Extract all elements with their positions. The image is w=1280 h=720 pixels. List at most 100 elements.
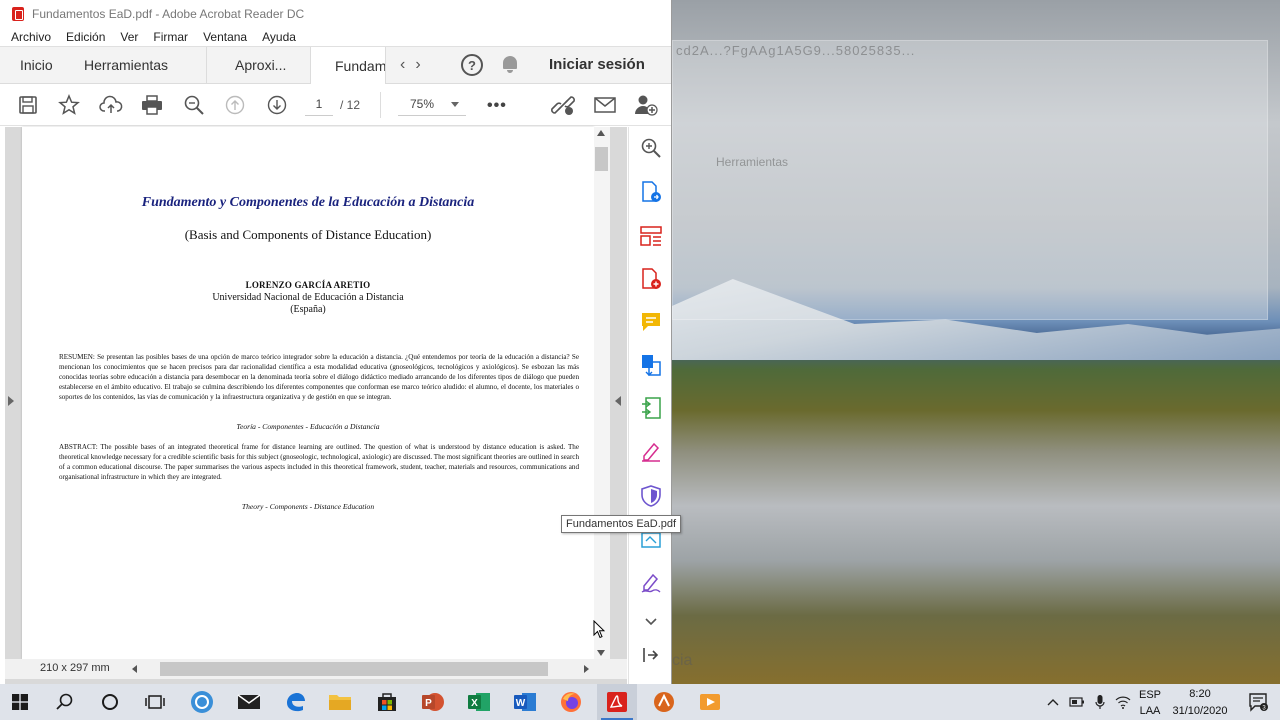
menu-archivo[interactable]: Archivo xyxy=(11,30,51,44)
app-circle-icon[interactable] xyxy=(182,684,222,720)
pdf-page: Fundamento y Componentes de la Educación… xyxy=(22,127,594,659)
tab-document-1[interactable]: Aproxi... xyxy=(206,47,310,83)
right-panel-toggle-icon[interactable] xyxy=(615,396,621,406)
action-center-icon[interactable]: 3 xyxy=(1238,684,1278,720)
chevron-down-icon[interactable] xyxy=(640,610,662,632)
file-explorer-icon[interactable] xyxy=(320,684,360,720)
chevron-up-icon[interactable] xyxy=(1040,684,1066,720)
app-orange-icon[interactable] xyxy=(644,684,684,720)
media-player-icon[interactable] xyxy=(690,684,730,720)
sign-pen-icon[interactable] xyxy=(640,571,662,593)
acrobat-taskbar-icon[interactable] xyxy=(597,684,637,720)
collapse-pane-icon[interactable] xyxy=(640,644,662,666)
svg-text:X: X xyxy=(471,698,478,709)
task-view-icon[interactable] xyxy=(135,684,175,720)
status-bar: 210 x 297 mm xyxy=(5,659,627,679)
background-tools-text: Herramientas xyxy=(716,155,789,169)
left-panel-toggle-icon[interactable] xyxy=(8,396,14,406)
input-language-2[interactable]: LAA xyxy=(1138,705,1162,717)
print-icon[interactable] xyxy=(139,84,165,126)
chevron-left-icon[interactable]: ‹ xyxy=(400,56,405,74)
notification-bell-icon[interactable] xyxy=(502,55,518,73)
background-url-text: cd2A...?FgAAg1A5G9...58025835... xyxy=(676,43,916,58)
fill-sign-icon[interactable] xyxy=(640,440,662,462)
combine-files-icon[interactable] xyxy=(640,354,662,376)
document-title: Fundamento y Componentes de la Educación… xyxy=(141,195,475,210)
keywords-es: Teoría - Componentes - Educación a Dista… xyxy=(236,422,380,431)
network-wifi-icon[interactable] xyxy=(1110,684,1136,720)
chevron-down-icon[interactable] xyxy=(451,102,459,107)
mouse-cursor-icon xyxy=(593,619,606,644)
comment-icon[interactable] xyxy=(640,311,662,333)
menu-firmar[interactable]: Firmar xyxy=(153,30,188,44)
acrobat-app-icon xyxy=(12,7,24,21)
next-page-icon[interactable] xyxy=(265,84,289,126)
tab-tools[interactable]: Herramientas xyxy=(66,47,206,83)
document-affiliation: Universidad Nacional de Educación a Dist… xyxy=(22,292,594,316)
compress-pdf-icon[interactable] xyxy=(640,397,662,419)
title-bar[interactable]: Fundamentos EaD.pdf - Adobe Acrobat Read… xyxy=(0,0,671,28)
previous-page-icon[interactable] xyxy=(223,84,247,126)
scroll-left-icon[interactable] xyxy=(132,665,137,673)
clock-time[interactable]: 8:20 xyxy=(1170,688,1230,700)
menu-ver[interactable]: Ver xyxy=(120,30,138,44)
scroll-up-icon[interactable] xyxy=(597,130,605,136)
help-icon[interactable]: ? xyxy=(461,54,483,76)
powerpoint-icon[interactable]: P xyxy=(413,684,453,720)
tab-document-2[interactable]: Fundam... xyxy=(310,47,386,84)
abstract-label: ABSTRACT: xyxy=(59,443,98,451)
affiliation-line-2: (España) xyxy=(290,304,326,315)
windows-start-icon[interactable] xyxy=(0,684,40,720)
input-language-1[interactable]: ESP xyxy=(1138,689,1162,701)
document-author: LORENZO GARCÍA ARETIO xyxy=(245,280,371,290)
zoom-in-icon[interactable] xyxy=(640,137,662,159)
store-icon[interactable] xyxy=(367,684,407,720)
svg-text:P: P xyxy=(425,698,432,709)
toolbar-divider xyxy=(380,92,381,118)
zoom-search-icon[interactable] xyxy=(181,84,207,126)
organize-pages-icon[interactable] xyxy=(640,225,662,247)
menu-ayuda[interactable]: Ayuda xyxy=(262,30,296,44)
scroll-down-icon[interactable] xyxy=(597,650,605,656)
scroll-right-icon[interactable] xyxy=(584,665,589,673)
mail-icon[interactable] xyxy=(229,684,269,720)
page-total: / 12 xyxy=(340,98,361,112)
resumen-label: RESUMEN: xyxy=(59,353,95,361)
background-bottom-text: cia xyxy=(672,652,693,669)
menu-ventana[interactable]: Ventana xyxy=(203,30,247,44)
create-pdf-icon[interactable] xyxy=(640,268,662,290)
vertical-scroll-thumb[interactable] xyxy=(595,147,608,171)
tab-bar: Inicio Herramientas Aproxi... Fundam... … xyxy=(0,46,671,84)
link-share-icon[interactable] xyxy=(550,84,576,126)
page-number-input[interactable]: 1 xyxy=(305,92,333,116)
tab-scroll-nav: ‹ › xyxy=(386,47,421,83)
protect-shield-icon[interactable] xyxy=(640,485,662,507)
firefox-icon[interactable] xyxy=(551,684,591,720)
word-icon[interactable]: W xyxy=(505,684,545,720)
star-icon[interactable] xyxy=(57,84,81,126)
chevron-right-icon[interactable]: › xyxy=(415,56,420,74)
more-tools-icon[interactable]: ••• xyxy=(487,97,507,115)
abstract-paragraph: ABSTRACT: The possible bases of an integ… xyxy=(59,443,579,483)
cortana-icon[interactable] xyxy=(90,684,130,720)
search-icon[interactable] xyxy=(45,684,85,720)
main-toolbar: 1 / 12 75% ••• xyxy=(0,84,671,126)
horizontal-scroll-thumb[interactable] xyxy=(160,662,548,676)
save-icon[interactable] xyxy=(16,84,40,126)
excel-icon[interactable]: X xyxy=(459,684,499,720)
clock-date[interactable]: 31/10/2020 xyxy=(1170,705,1230,717)
export-pdf-icon[interactable] xyxy=(640,181,662,203)
keywords-en: Theory - Components - Distance Education xyxy=(241,502,375,511)
edge-browser-icon[interactable] xyxy=(275,684,315,720)
resumen-text: Se presentan las posibles bases de una o… xyxy=(59,353,579,401)
window-title: Fundamentos EaD.pdf - Adobe Acrobat Read… xyxy=(32,7,305,21)
background-browser-window[interactable] xyxy=(672,40,1268,320)
document-subtitle: (Basis and Components of Distance Educat… xyxy=(184,227,432,242)
vertical-scrollbar[interactable] xyxy=(594,127,610,659)
cloud-upload-icon[interactable] xyxy=(98,84,124,126)
signin-button[interactable]: Iniciar sesión xyxy=(549,56,645,73)
add-user-icon[interactable] xyxy=(632,84,660,126)
tab-home[interactable]: Inicio xyxy=(0,47,66,83)
email-icon[interactable] xyxy=(592,84,618,126)
menu-edicion[interactable]: Edición xyxy=(66,30,105,44)
